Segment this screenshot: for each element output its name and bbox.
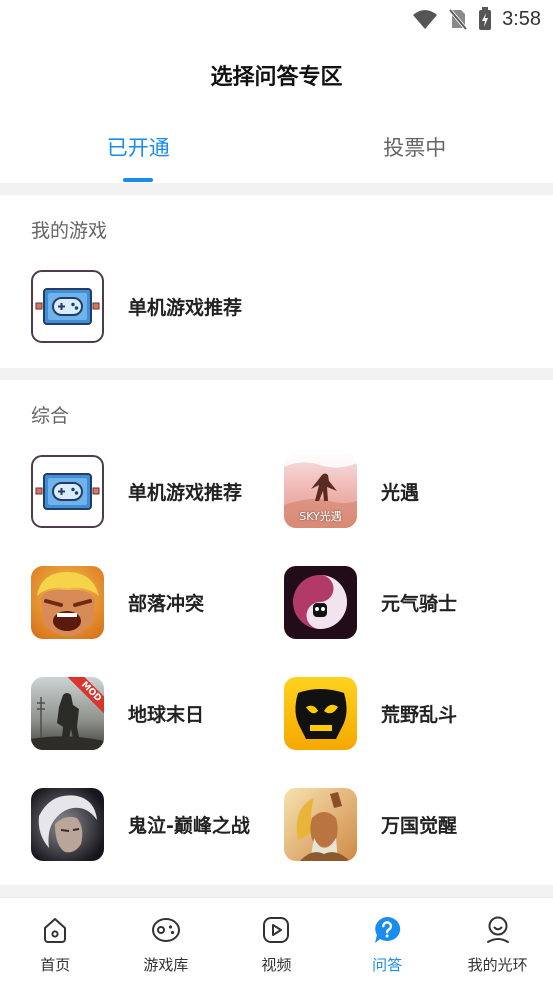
- bottom-navigation: 首页 游戏库 视频 问答 我的光环: [0, 897, 553, 983]
- sky-game-icon: SKY光遇: [284, 455, 357, 528]
- active-tab-indicator: [123, 178, 154, 182]
- video-icon: [263, 917, 290, 943]
- tab-opened[interactable]: 已开通: [0, 112, 277, 183]
- single-player-games-icon: [31, 455, 104, 528]
- my-games-list: 单机游戏推荐: [0, 270, 553, 343]
- zone-item-soul-knight[interactable]: 元气骑士: [284, 566, 537, 639]
- general-section: 综合 单机游戏推荐 SKY光遇 光遇 部落冲突 元气骑士 MOD 地球末日 荒野…: [0, 380, 553, 885]
- zone-name: 万国觉醒: [381, 815, 458, 837]
- icon-caption: SKY光遇: [299, 510, 342, 523]
- general-zone-grid: 单机游戏推荐 SKY光遇 光遇 部落冲突 元气骑士 MOD 地球末日 荒野乱斗 …: [0, 455, 553, 861]
- last-day-on-earth-icon: MOD: [31, 677, 104, 750]
- page-header: 选择问答专区: [0, 38, 553, 112]
- page-title: 选择问答专区: [210, 65, 343, 90]
- tab-label: 已开通: [106, 136, 170, 160]
- zone-item-clash-of-clans[interactable]: 部落冲突: [31, 566, 284, 639]
- battery-charging-icon: [478, 7, 492, 31]
- zone-item-devil-may-cry[interactable]: 鬼泣-巅峰之战: [31, 788, 284, 861]
- section-title: 我的游戏: [31, 220, 108, 242]
- zone-name: 单机游戏推荐: [128, 297, 243, 319]
- status-time: 3:58: [502, 7, 541, 30]
- devil-may-cry-icon: [31, 788, 104, 861]
- zone-item-last-day-on-earth[interactable]: MOD 地球末日: [31, 677, 284, 750]
- zone-item-single-player[interactable]: 单机游戏推荐: [31, 270, 553, 343]
- wifi-icon: [412, 8, 438, 30]
- nav-profile[interactable]: 我的光环: [442, 898, 553, 983]
- nav-label: 我的光环: [467, 956, 528, 974]
- zone-item-sky[interactable]: SKY光遇 光遇: [284, 455, 537, 528]
- brawl-stars-icon: [284, 677, 357, 750]
- profile-icon: [486, 916, 509, 943]
- zone-name: 单机游戏推荐: [128, 482, 243, 504]
- zone-item-single-player[interactable]: 单机游戏推荐: [31, 455, 284, 528]
- nav-home[interactable]: 首页: [0, 898, 111, 983]
- clash-of-clans-icon: [31, 566, 104, 639]
- home-icon: [44, 918, 67, 943]
- zone-name: 部落冲突: [128, 593, 205, 615]
- zone-name: 鬼泣-巅峰之战: [128, 815, 250, 837]
- zone-name: 地球末日: [128, 704, 205, 726]
- section-divider: [0, 368, 553, 380]
- nav-label: 首页: [40, 956, 71, 974]
- zone-name: 光遇: [381, 482, 420, 504]
- no-sim-icon: [448, 8, 468, 30]
- tab-label: 投票中: [383, 136, 447, 160]
- zone-item-brawl-stars[interactable]: 荒野乱斗: [284, 677, 537, 750]
- game-library-icon: [151, 918, 180, 942]
- nav-label: 问答: [372, 956, 403, 974]
- nav-game-library[interactable]: 游戏库: [111, 898, 222, 983]
- section-divider: [0, 183, 553, 195]
- zone-name: 元气骑士: [381, 593, 458, 615]
- status-bar: 3:58: [0, 0, 553, 38]
- single-player-games-icon: [31, 270, 104, 343]
- my-games-section: 我的游戏 单机游戏推荐: [0, 195, 553, 368]
- soul-knight-icon: [284, 566, 357, 639]
- section-divider: [0, 885, 553, 897]
- section-title: 综合: [31, 405, 70, 427]
- tab-voting[interactable]: 投票中: [277, 112, 553, 183]
- rise-of-kingdoms-icon: [284, 788, 357, 861]
- zone-item-rise-of-kingdoms[interactable]: 万国觉醒: [284, 788, 537, 861]
- nav-qa[interactable]: 问答: [332, 898, 443, 983]
- nav-video[interactable]: 视频: [221, 898, 332, 983]
- nav-label: 视频: [261, 956, 292, 974]
- tab-bar: 已开通 投票中: [0, 112, 553, 183]
- zone-name: 荒野乱斗: [381, 704, 458, 726]
- nav-label: 游戏库: [143, 956, 189, 974]
- qa-icon: [375, 916, 401, 943]
